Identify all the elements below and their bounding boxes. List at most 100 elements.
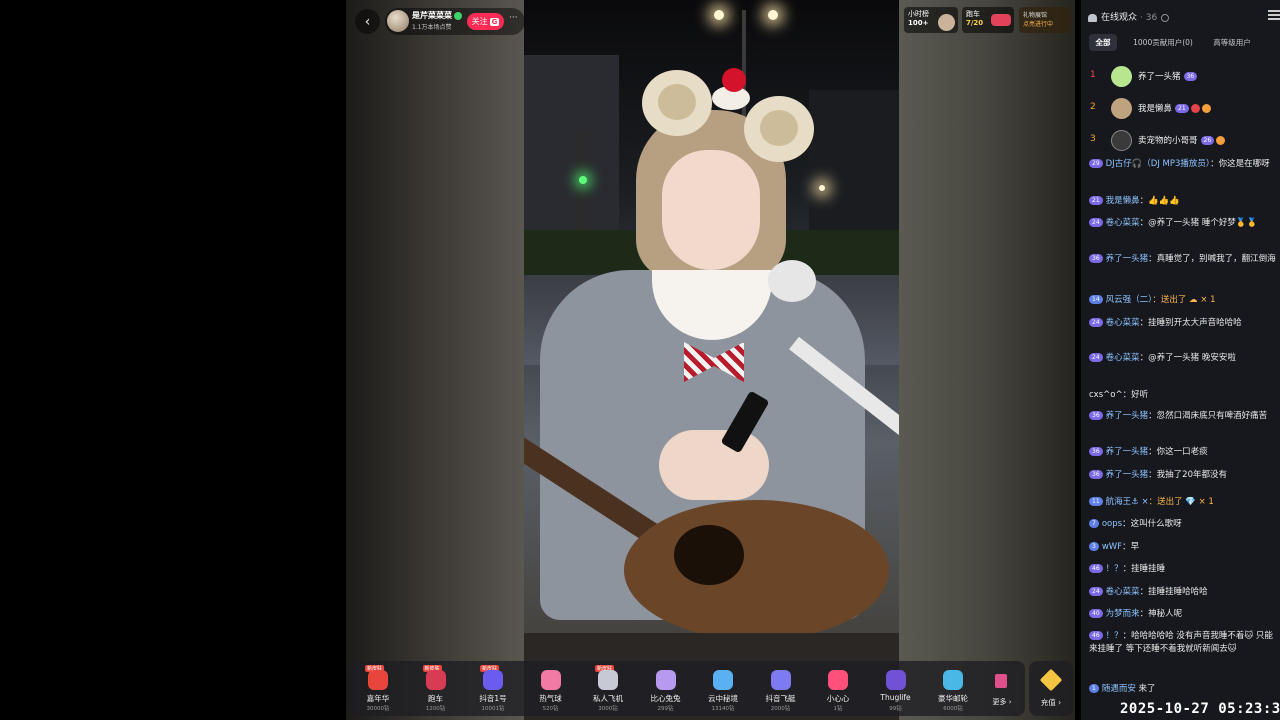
headband-bobble [722, 68, 746, 92]
info-icon[interactable] [1161, 13, 1170, 22]
live-room: ‹ 是芹菜菜菜 1.1万本场点赞 关注 G ··· 小时榜 100+ 跑车 7/2… [0, 0, 1280, 720]
gift-item[interactable]: 云中秘境 13140钻 [696, 664, 750, 714]
gift-icon [885, 670, 906, 690]
gift-item[interactable]: 小心心 1钻 [811, 664, 865, 714]
recharge-button[interactable]: 充值 › [1029, 661, 1073, 716]
chat-username[interactable]: 养了一头猪 [1106, 411, 1149, 421]
tab-high-level[interactable]: 高等级用户 [1208, 34, 1256, 51]
chat-message[interactable]: 29 DJ古仔🎧（DJ MP3播放员）：你这是在哪呀 [1089, 158, 1279, 171]
gift-icon [368, 670, 388, 690]
chat-username[interactable]: 随遇而安 [1102, 684, 1136, 694]
chat-message[interactable]: 1 随遇而安 来了 [1089, 683, 1279, 696]
level-badge: 36 [1089, 447, 1103, 456]
chat-message[interactable]: 7 oops：这叫什么歌呀 [1089, 518, 1279, 531]
chat-message[interactable]: 11 航海王⚓ ×：送出了 💎 × 1 [1089, 496, 1279, 509]
level-badge: 36 [1183, 72, 1198, 81]
gift-item[interactable]: 比心兔兔 299钻 [639, 664, 693, 714]
chat-message[interactable]: 40 为梦而来：神秘人呢 [1089, 608, 1279, 621]
more-options-button[interactable]: ··· [509, 13, 518, 23]
chat-username[interactable]: 卷心菜菜 [1106, 218, 1140, 228]
chat-username[interactable]: 卷心菜菜 [1106, 353, 1140, 363]
chat-username[interactable]: 卷心菜菜 [1106, 587, 1140, 597]
streamer-hands [659, 430, 769, 500]
back-button[interactable]: ‹ [355, 9, 380, 34]
top-viewer-name: 卖宠物的小哥哥 26 [1138, 134, 1226, 146]
chat-text: ：我抽了20年都没有 [1148, 470, 1227, 480]
chat-username[interactable]: wWF [1102, 542, 1122, 552]
tab-all[interactable]: 全部 [1089, 34, 1117, 51]
gift-icon [828, 670, 848, 690]
top-viewer-row[interactable]: 3 卖宠物的小哥哥 26 [1088, 128, 1276, 154]
chat-message[interactable]: 14 风云强（二）：送出了 ☁ × 1 [1089, 294, 1279, 307]
level-badge: 14 [1089, 295, 1103, 304]
chat-username[interactable]: 航海王⚓ × [1106, 497, 1149, 507]
gift-item[interactable]: 新皮肤 抖音1号 10001钻 [466, 664, 520, 714]
chat-text: ：👍👍👍 [1139, 196, 1180, 206]
top-viewer-name: 我是懒鼻 21 [1138, 102, 1211, 114]
level-badge: 7 [1089, 519, 1099, 528]
audience-count: · 36 [1140, 13, 1158, 23]
gift-price: 1钻 [833, 706, 843, 712]
level-badge: 36 [1089, 254, 1103, 263]
chat-message[interactable]: cxs^o^：好听 [1089, 389, 1279, 402]
bear-ear-left [642, 70, 712, 136]
anchor-likes: 1.1万本场点赞 [412, 24, 452, 31]
chat-username[interactable]: 养了一头猪 [1106, 254, 1149, 264]
chat-username[interactable]: oops [1102, 519, 1122, 529]
chat-message[interactable]: 36 养了一头猪：我抽了20年都没有 [1089, 469, 1279, 482]
chat-username[interactable]: 风云强（二） [1106, 295, 1153, 305]
chat-username[interactable]: ！？ [1106, 564, 1123, 574]
chat-username[interactable]: 我是懒鼻 [1106, 196, 1140, 206]
gift-price: 10001钻 [481, 706, 505, 712]
top-viewer-row[interactable]: 1 养了一头猪 36 [1088, 64, 1276, 90]
building [524, 55, 619, 240]
gift-price: 1200钻 [425, 706, 446, 712]
bear-ear-right [744, 96, 814, 162]
chat-message[interactable]: 24 卷心菜菜：@养了一头猪 睡个好梦🥇🥇 [1089, 217, 1279, 230]
tab-top-contributors[interactable]: 1000贡献用户(0) [1127, 34, 1199, 51]
chat-username[interactable]: 卷心菜菜 [1106, 318, 1140, 328]
gift-item[interactable]: 新皮肤 私人飞机 3000钻 [581, 664, 635, 714]
chat-text: ：挂睡别开太大声音哈哈哈 [1139, 318, 1242, 328]
gift-item[interactable]: 抖音飞艇 2000钻 [754, 664, 808, 714]
chat-username[interactable]: 养了一头猪 [1106, 470, 1149, 480]
chat-message[interactable]: 36 养了一头猪：忽然口渴床底只有啤酒好痛苦 [1089, 410, 1279, 423]
more-gifts-button[interactable]: 更多 › [989, 664, 1015, 714]
chat-message[interactable]: 24 卷心菜菜：挂睡别开太大声音哈哈哈 [1089, 317, 1279, 330]
back-icon: ‹ [364, 13, 371, 30]
level-badge: 24 [1089, 353, 1103, 362]
chat-username[interactable]: ！？ [1106, 631, 1123, 641]
collapse-icon[interactable] [1268, 10, 1280, 20]
chat-message[interactable]: 46 ！？：挂睡挂睡 [1089, 563, 1279, 576]
chat-message[interactable]: 36 养了一头猪：你这一口老痰 [1089, 446, 1279, 459]
sports-car-icon [991, 14, 1011, 26]
avatar [1111, 130, 1132, 151]
chat-message[interactable]: 3 wWF：早 [1089, 541, 1279, 554]
recharge-label: 充值 › [1040, 698, 1062, 707]
gift-item[interactable]: 新皮肤 嘉年华 30000钻 [351, 664, 405, 714]
gift-gallery-card[interactable]: 礼物展馆 点亮进行中 [1019, 7, 1071, 33]
chat-message[interactable]: 24 卷心菜菜：挂睡挂睡哈哈哈 [1089, 586, 1279, 599]
top-rank: 1 [1090, 70, 1096, 80]
rank-thumb [938, 14, 955, 31]
live-video[interactable] [524, 0, 899, 633]
chat-message[interactable]: 46 ！？：哈哈哈哈哈 没有声音我睡不着🐱 只能来挂睡了 等下还睡不着我就听新闻去… [1089, 630, 1279, 656]
anchor-avatar[interactable] [387, 10, 409, 32]
follow-button[interactable]: 关注 G [467, 13, 504, 30]
chat-message[interactable]: 21 我是懒鼻：👍👍👍 [1089, 195, 1279, 208]
chat-username[interactable]: DJ古仔🎧（DJ MP3播放员） [1106, 159, 1211, 169]
gift-item[interactable]: 热气球 520钻 [524, 664, 578, 714]
chat-username[interactable]: 养了一头猪 [1106, 447, 1149, 457]
level-badge: 36 [1089, 470, 1103, 479]
gift-item[interactable]: 豪华邮轮 6000钻 [926, 664, 980, 714]
microphone [768, 260, 816, 302]
chat-message[interactable]: 24 卷心菜菜：@养了一头猪 晚安安啦 [1089, 352, 1279, 365]
gift-item[interactable]: Thuglife 99钻 [869, 664, 923, 714]
chat-username[interactable]: 为梦而来 [1106, 609, 1140, 619]
chat-text: ：你这是在哪呀 [1210, 159, 1270, 169]
stage-blur-right [899, 0, 1075, 720]
top-viewer-row[interactable]: 2 我是懒鼻 21 [1088, 96, 1276, 122]
gift-item[interactable]: 新皮肤 跑车 1200钻 [409, 664, 463, 714]
chat-message[interactable]: 36 养了一头猪：真睡觉了，别喊我了，翻江倒海 [1089, 253, 1279, 266]
follow-label: 关注 [471, 17, 488, 26]
